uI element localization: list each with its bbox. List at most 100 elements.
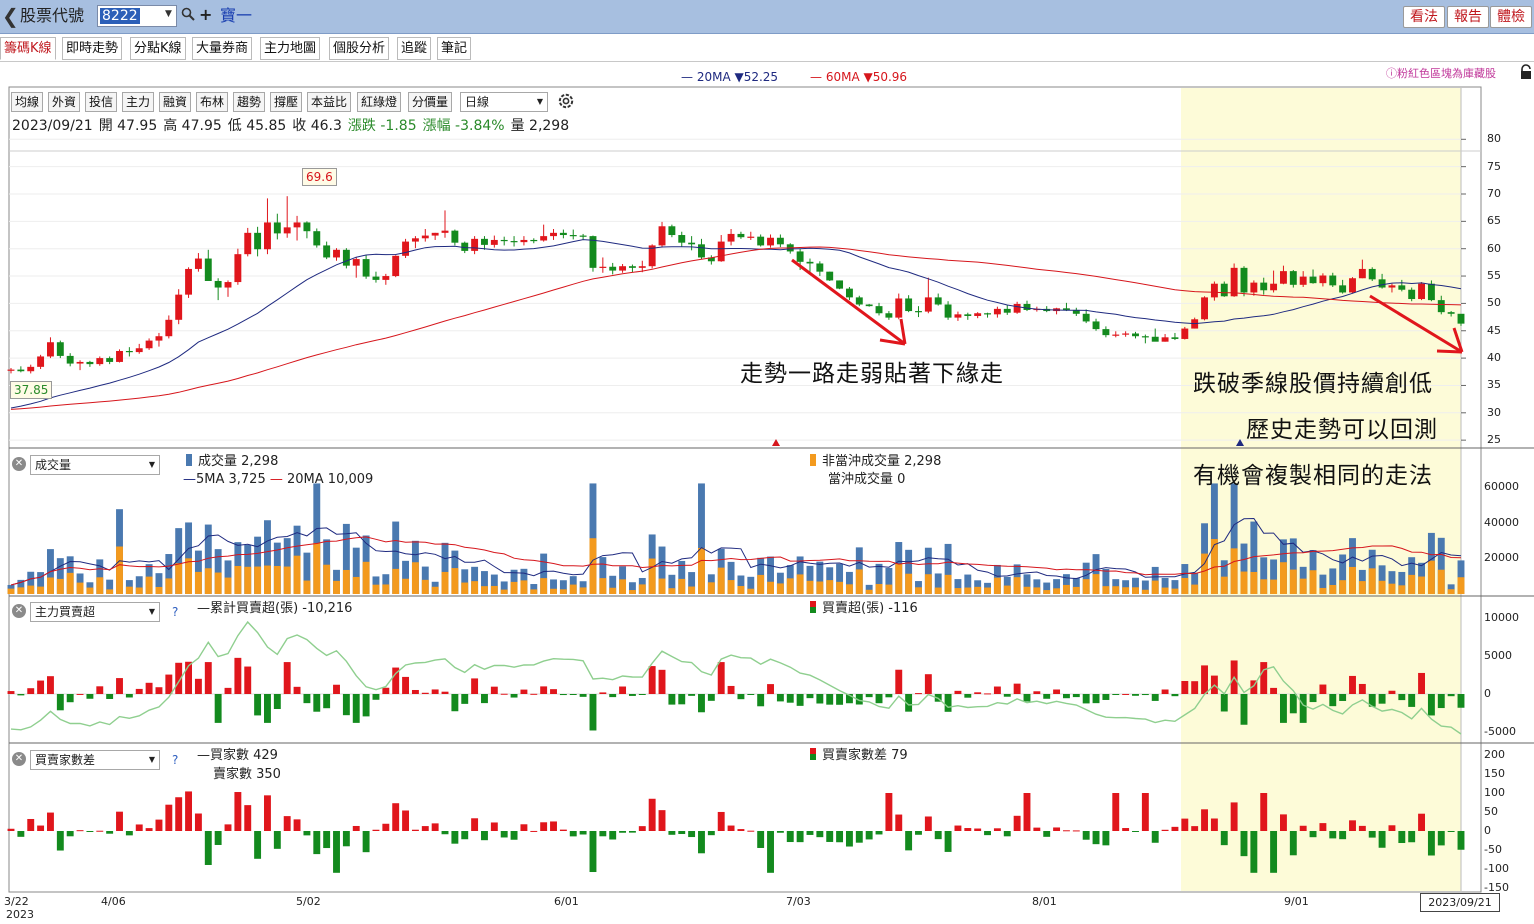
- broker-diff-bar: [283, 816, 291, 831]
- tab-track[interactable]: 追蹤: [397, 37, 432, 60]
- toolbar-trend-button[interactable]: 趨勢: [233, 92, 266, 112]
- toolbar-support-button[interactable]: 撐壓: [270, 92, 303, 112]
- toolbar-margin-button[interactable]: 融資: [159, 92, 192, 112]
- candle-body: [1388, 285, 1396, 288]
- volume-tick-label: 60000: [1484, 480, 1519, 493]
- broker-panel-select[interactable]: 買賣家數差 ▼: [30, 750, 160, 770]
- chevron-down-icon[interactable]: ▼: [165, 9, 172, 19]
- toolbar-volume-profile-button[interactable]: 分價量: [408, 92, 453, 112]
- tab-stock-analysis[interactable]: 個股分析: [329, 37, 390, 60]
- tab-chip-kline[interactable]: 籌碼K線: [0, 37, 56, 60]
- toolbar-pe-button[interactable]: 本益比: [307, 92, 352, 112]
- candle-body: [1418, 283, 1425, 300]
- non-daytrade-volume-bar: [530, 589, 538, 594]
- mainforce-bar: [135, 688, 143, 694]
- mainforce-bar: [1388, 690, 1396, 694]
- tab-big-volume-broker[interactable]: 大量券商: [192, 37, 253, 60]
- broker-diff-bar: [313, 831, 321, 855]
- candle-body: [1358, 268, 1366, 279]
- chart-area[interactable]: [0, 86, 1534, 924]
- mainforce-bar: [619, 686, 627, 694]
- mainforce-bar: [816, 694, 824, 704]
- non-daytrade-volume-bar: [1398, 585, 1406, 594]
- non-daytrade-volume-bar: [66, 572, 74, 594]
- back-chevron-icon[interactable]: ❮: [2, 5, 19, 27]
- tab-main-force-map[interactable]: 主力地圖: [260, 37, 321, 60]
- toolbar-foreign-button[interactable]: 外資: [48, 92, 81, 112]
- toolbar-bollinger-button[interactable]: 布林: [196, 92, 229, 112]
- tab-realtime[interactable]: 即時走勢: [62, 37, 123, 60]
- mainforce-bar: [293, 686, 301, 694]
- broker-tick-label: 150: [1484, 767, 1505, 780]
- candle-body: [37, 356, 45, 367]
- mainforce-panel-select[interactable]: 主力買賣超 ▼: [30, 602, 160, 622]
- broker-diff-bar: [1181, 818, 1189, 831]
- mainforce-bar: [362, 694, 370, 717]
- candle-body: [530, 239, 538, 242]
- price-tick-label: 25: [1487, 433, 1501, 447]
- non-daytrade-volume-bar: [333, 580, 340, 594]
- search-icon[interactable]: [181, 7, 195, 21]
- candle-body: [76, 361, 84, 364]
- toolbar-mainforce-button[interactable]: 主力: [122, 92, 155, 112]
- non-daytrade-volume-bar: [974, 586, 982, 594]
- candle-body: [86, 361, 94, 365]
- mainforce-panel-close-icon[interactable]: ✕: [12, 604, 26, 618]
- broker-panel-close-icon[interactable]: ✕: [12, 752, 26, 766]
- mainforce-bar: [1418, 672, 1425, 694]
- broker-diff-bar: [836, 831, 844, 843]
- non-daytrade-volume-bar: [244, 566, 252, 594]
- mainforce-bar: [648, 666, 656, 694]
- broker-diff-bar: [1161, 829, 1169, 831]
- non-daytrade-volume-bar: [96, 577, 104, 594]
- candle-body: [550, 232, 557, 237]
- non-daytrade-volume-bar: [1388, 583, 1396, 594]
- mainforce-bar: [707, 694, 715, 701]
- mainforce-bar: [727, 685, 735, 694]
- broker-diff-bar: [816, 831, 824, 838]
- plus-icon[interactable]: +: [199, 5, 212, 25]
- lock-icon[interactable]: [1519, 64, 1533, 80]
- mainforce-help-icon[interactable]: ?: [172, 605, 178, 619]
- non-daytrade-volume-bar: [1319, 587, 1327, 594]
- broker-diff-bar: [1319, 823, 1327, 831]
- toolbar-ma-button[interactable]: 均線: [11, 92, 44, 112]
- mainforce-bar: [569, 694, 577, 695]
- non-daytrade-volume-bar: [1082, 579, 1090, 594]
- mainforce-bar: [342, 694, 350, 716]
- gear-icon[interactable]: [556, 91, 576, 111]
- non-daytrade-volume-bar: [589, 538, 597, 594]
- broker-diff-bar: [638, 826, 646, 831]
- broker-tick-label: 200: [1484, 748, 1505, 761]
- mainforce-bar: [826, 694, 834, 705]
- candle-body: [944, 304, 952, 318]
- non-daytrade-volume-bar: [1309, 570, 1317, 594]
- checkup-button[interactable]: 體檢: [1490, 6, 1532, 28]
- broker-diff-bar: [1171, 826, 1179, 831]
- report-button[interactable]: 報告: [1447, 6, 1489, 28]
- candle-body: [352, 259, 360, 266]
- x-label-0801: 8/01: [1032, 895, 1057, 908]
- period-select[interactable]: 日線 ▼: [460, 92, 548, 112]
- non-daytrade-volume-bar: [303, 580, 311, 594]
- mainforce-bar: [1023, 694, 1031, 702]
- price-tick-label: 55: [1487, 269, 1501, 283]
- mainforce-bar: [461, 694, 469, 704]
- volume-panel-close-icon[interactable]: ✕: [12, 457, 26, 471]
- mainforce-bar: [451, 694, 459, 712]
- mainforce-bar: [1013, 683, 1021, 694]
- broker-help-icon[interactable]: ?: [172, 753, 178, 767]
- tab-notes[interactable]: 筆記: [437, 37, 472, 60]
- mainforce-bar: [1349, 675, 1356, 694]
- volume-panel-select[interactable]: 成交量 ▼: [30, 455, 160, 475]
- broker-diff-bar: [944, 831, 952, 852]
- mainforce-bar: [895, 669, 903, 694]
- non-daytrade-volume-bar: [510, 581, 518, 594]
- view-button[interactable]: 看法: [1403, 6, 1445, 28]
- tab-branch-kline[interactable]: 分點K線: [130, 37, 186, 60]
- price-tick-label: 75: [1487, 159, 1501, 173]
- mainforce-bar: [214, 694, 222, 723]
- candle-body: [668, 226, 676, 236]
- toolbar-traffic-light-button[interactable]: 紅綠燈: [357, 92, 402, 112]
- toolbar-trust-button[interactable]: 投信: [85, 92, 118, 112]
